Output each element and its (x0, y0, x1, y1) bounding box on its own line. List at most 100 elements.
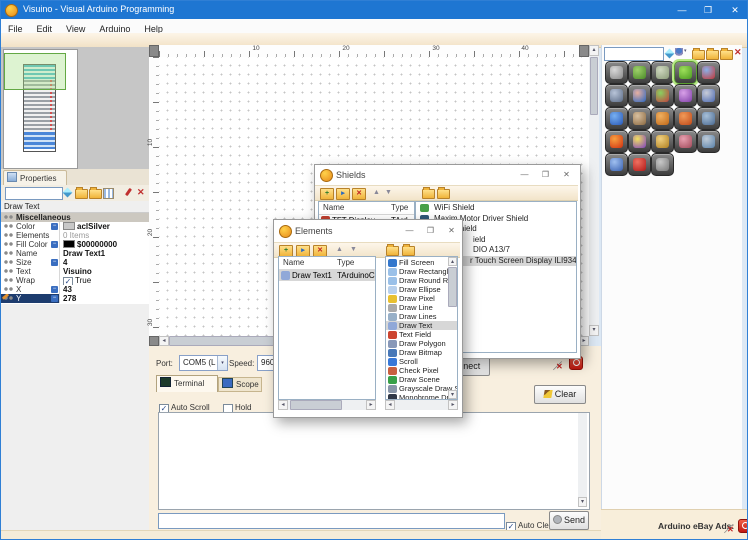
palette-item[interactable]: Draw Text (386, 321, 457, 330)
clear-filter-icon[interactable]: ✕ (137, 187, 145, 197)
property-filter-input[interactable] (5, 187, 63, 200)
ads-settings-icon[interactable]: ／ (724, 524, 733, 534)
property-value[interactable]: $00000000 (59, 240, 149, 249)
send-button[interactable]: Send (549, 511, 589, 530)
toolbox-color-wheel-icon[interactable] (628, 130, 651, 153)
terminal-output[interactable] (158, 412, 590, 510)
palette-item[interactable]: Draw Scene (386, 375, 457, 384)
palette-scroll-up-icon[interactable]: ▴ (448, 257, 457, 266)
shields-insert-icon[interactable]: ▸ (336, 188, 350, 200)
scroll-up-icon[interactable]: ▴ (589, 45, 599, 56)
toolbox-filter-icon[interactable] (664, 48, 675, 59)
elements-scroll-right-icon[interactable]: ▸ (366, 400, 376, 410)
palette-item[interactable]: Draw Ellipse (386, 285, 457, 294)
connection-settings-icon[interactable]: ／ (553, 361, 562, 371)
palette-item[interactable]: Monohrome Draw (386, 393, 457, 399)
palette-item[interactable]: Check Pixel (386, 366, 457, 375)
toolbox-date-time-icon[interactable] (651, 130, 674, 153)
elements-scroll-left-icon[interactable]: ◂ (278, 400, 288, 410)
toolbox-led-ring-icon[interactable] (674, 84, 697, 107)
minimize-icon[interactable]: — (669, 1, 695, 19)
property-value[interactable]: 43 (59, 285, 149, 294)
palette-scroll-right-icon[interactable]: ▸ (448, 400, 458, 410)
property-value[interactable]: 0 Items (59, 231, 149, 240)
property-row[interactable]: Wrap ✓ True (1, 276, 149, 285)
shields-move-down-icon[interactable]: ▼ (385, 187, 392, 198)
elements-expand-all-icon[interactable] (386, 244, 399, 256)
palette-item[interactable]: WiFi Shield (416, 203, 576, 214)
name-column-header[interactable]: Name (323, 202, 344, 214)
palette-item[interactable]: Draw Bitmap (386, 348, 457, 357)
property-row[interactable]: Miscellaneous (1, 213, 149, 222)
close-icon[interactable]: ✕ (721, 1, 747, 19)
property-row[interactable]: Text Visuino (1, 267, 149, 276)
elements-minimize-icon[interactable]: — (400, 223, 419, 238)
property-value[interactable]: 4 (59, 258, 149, 267)
vertical-scroll-thumb[interactable] (590, 57, 598, 115)
palette-item[interactable]: Fill Screen (386, 258, 457, 267)
toolbox-power-button-icon[interactable] (628, 153, 651, 176)
port-dropdown-icon[interactable]: ▾ (217, 356, 227, 370)
shields-move-up-icon[interactable]: ▲ (373, 187, 380, 198)
property-row[interactable]: Y −278 (1, 294, 149, 303)
arrange-icon[interactable] (103, 188, 114, 199)
checkbox-icon[interactable]: ✓ (63, 277, 73, 285)
toolbox-math-icon[interactable] (651, 84, 674, 107)
shields-collapse-all-icon[interactable] (437, 187, 450, 199)
elements-move-down-icon[interactable]: ▼ (350, 244, 357, 255)
property-row[interactable]: X −43 (1, 285, 149, 294)
palette-scroll-thumb[interactable] (448, 267, 457, 307)
property-row[interactable]: Fill Color − $00000000 (1, 240, 149, 249)
palette-hscrollbar[interactable] (395, 400, 448, 410)
shields-close-icon[interactable]: ✕ (557, 167, 576, 182)
toolbox-curve-icon[interactable] (605, 107, 628, 130)
tab-scope[interactable]: Scope (218, 377, 262, 392)
collapse-icon[interactable]: − (51, 259, 58, 266)
property-row[interactable]: Color − aclSilver (1, 222, 149, 231)
property-value[interactable]: ✓ True (59, 276, 149, 285)
shields-minimize-icon[interactable]: — (515, 167, 534, 182)
expand-categories-icon[interactable] (75, 187, 88, 199)
toolbox-computer-icon[interactable] (697, 107, 720, 130)
elements-collapse-all-icon[interactable] (402, 244, 415, 256)
clear-button[interactable]: Clear (534, 385, 586, 404)
property-value[interactable]: Draw Text1 (59, 249, 149, 258)
toolbox-clear-icon[interactable]: ✕ (734, 47, 742, 57)
property-row[interactable]: Size −4 (1, 258, 149, 267)
palette-item[interactable]: Draw Pixel (386, 294, 457, 303)
shields-title-bar[interactable]: Shields — ❐ ✕ (315, 165, 580, 185)
elements-list-row[interactable]: Draw Text1 TArduinoCol (279, 270, 375, 281)
palette-scroll-left-icon[interactable]: ◂ (385, 400, 395, 410)
toolbox-vehicle-icon[interactable] (605, 84, 628, 107)
toolbox-converter-icon[interactable] (651, 107, 674, 130)
toolbox-text-icon[interactable] (628, 84, 651, 107)
shields-delete-icon[interactable]: ✕ (352, 188, 366, 200)
toolbox-connections-icon[interactable] (674, 61, 697, 84)
palette-item[interactable]: Draw Polygon (386, 339, 457, 348)
palette-item[interactable]: Grayscale Draw S (386, 384, 457, 393)
elements-maximize-icon[interactable]: ❐ (421, 223, 440, 238)
type-column-header[interactable]: Type (391, 202, 408, 214)
collapse-icon[interactable]: − (51, 286, 58, 293)
toolbox-file-tools-icon[interactable] (605, 153, 628, 176)
pin-icon[interactable] (124, 187, 133, 197)
toolbox-gamepad-icon[interactable] (651, 153, 674, 176)
collapse-categories-icon[interactable] (89, 187, 102, 199)
terminal-scroll-down-icon[interactable]: ▾ (578, 497, 587, 507)
palette-item[interactable]: Draw Round Rec (386, 276, 457, 285)
toolbox-analog-fire-icon[interactable] (605, 130, 628, 153)
property-row[interactable]: Elements 0 Items (1, 231, 149, 240)
palette-item[interactable]: Draw Line (386, 303, 457, 312)
elements-move-up-icon[interactable]: ▲ (336, 244, 343, 255)
palette-item[interactable]: Draw Lines (386, 312, 457, 321)
toolbox-breadboard-icon[interactable] (651, 61, 674, 84)
port-select[interactable]: COM5 (L ▾ (179, 355, 228, 371)
user-icon[interactable] (675, 48, 683, 58)
design-navigator[interactable] (1, 47, 149, 169)
collapse-icon[interactable]: − (51, 223, 58, 230)
elements-hscroll-thumb[interactable] (290, 400, 342, 410)
scroll-left-icon[interactable]: ◂ (159, 336, 169, 346)
palette-item[interactable]: Text Field (386, 330, 457, 339)
palette-item[interactable]: Draw Rectangle (386, 267, 457, 276)
shields-expand-all-icon[interactable] (422, 187, 435, 199)
